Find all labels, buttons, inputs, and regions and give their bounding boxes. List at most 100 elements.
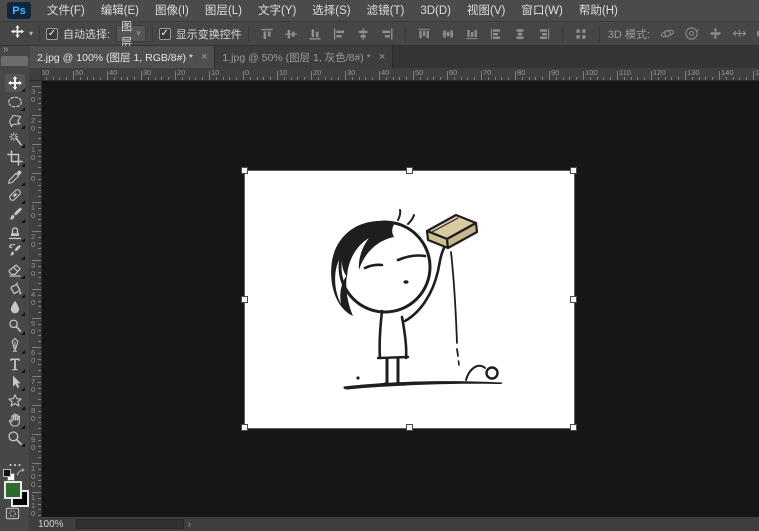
slide-3d-camera-icon[interactable] [730,25,750,43]
document-info-field[interactable] [76,519,184,529]
transform-handle[interactable] [241,167,248,174]
tab-close-icon[interactable]: × [201,52,207,62]
custom-shape-tool[interactable] [5,392,25,410]
brush-tool[interactable] [5,205,25,223]
lasso-tool[interactable] [5,111,25,129]
toolbar-grip[interactable] [1,56,28,66]
distribute-left-edges-icon[interactable] [487,25,505,43]
menu-item-7[interactable]: 3D(D) [412,0,459,22]
zoom-level[interactable]: 100% [38,519,64,530]
magic-wand-tool[interactable] [5,130,25,148]
menu-item-6[interactable]: 滤镜(T) [359,0,413,22]
orbit-3d-camera-icon[interactable] [658,25,678,43]
path-selection-tool[interactable] [5,373,25,391]
distribute-right-edges-icon[interactable] [535,25,553,43]
separator [405,26,406,42]
vertical-ruler[interactable]: 3 02 01 001 02 03 04 05 06 07 08 09 01 0… [29,81,42,517]
ruler-label: 50 [75,69,83,77]
elliptical-marquee-tool[interactable] [5,93,25,111]
zoom-3d-camera-icon[interactable] [754,25,759,43]
default-swatches-icon[interactable] [3,468,15,480]
history-brush-tool[interactable] [5,242,25,260]
paint-bucket-tool[interactable] [5,280,25,298]
eyedropper-tool[interactable] [5,168,25,186]
cartoon-drawing [245,171,574,428]
canvas-pasteboard[interactable] [42,81,759,517]
align-bottom-edges-icon[interactable] [306,25,324,43]
auto-select-target-dropdown[interactable]: 图层 ˅ [116,25,146,42]
clone-stamp-tool[interactable] [5,224,25,242]
blur-tool[interactable] [5,298,25,316]
separator [248,26,249,42]
auto-select-checkbox[interactable]: ✓ [46,28,58,40]
eraser-tool[interactable] [5,261,25,279]
align-left-edges-icon[interactable] [330,25,348,43]
zoom-tool[interactable] [5,429,25,447]
type-tool[interactable] [5,355,25,373]
ruler-label: 70 [483,69,491,77]
auto-align-layers-icon[interactable] [572,25,590,43]
roll-3d-camera-icon[interactable] [682,25,702,43]
separator [39,26,40,42]
ruler-label: 6 0 [31,349,35,365]
distribute-top-edges-icon[interactable] [415,25,433,43]
document-tab-0[interactable]: 2.jpg @ 100% (图层 1, RGB/8#) *× [30,46,215,68]
menu-item-1[interactable]: 编辑(E) [93,0,147,22]
align-horizontal-centers-icon[interactable] [354,25,372,43]
quick-mask-icon[interactable] [4,506,24,522]
swap-swatches-icon[interactable] [16,466,27,477]
tool-flyout-indicator [21,425,25,429]
document-image[interactable] [245,171,574,428]
menu-item-0[interactable]: 文件(F) [39,0,93,22]
ruler-label: 2 0 [31,233,35,249]
show-transform-checkbox[interactable]: ✓ [159,28,171,40]
align-right-edges-icon[interactable] [378,25,396,43]
transform-handle[interactable] [570,424,577,431]
transform-handle[interactable] [241,424,248,431]
tool-flyout-indicator [21,238,25,242]
align-top-edges-icon[interactable] [258,25,276,43]
menu-item-10[interactable]: 帮助(H) [571,0,626,22]
pen-tool[interactable] [5,336,25,354]
tab-close-icon[interactable]: × [379,52,385,62]
tool-flyout-indicator [21,350,25,354]
photoshop-logo: Ps [7,2,31,19]
hand-tool[interactable] [5,411,25,429]
distribute-vertical-centers-icon[interactable] [439,25,457,43]
ruler-label: 7 0 [31,378,35,394]
transform-handle[interactable] [241,296,248,303]
tool-flyout-indicator [21,275,25,279]
transform-handle[interactable] [406,167,413,174]
menu-item-8[interactable]: 视图(V) [459,0,513,22]
menu-item-2[interactable]: 图像(I) [147,0,197,22]
menu-item-3[interactable]: 图层(L) [197,0,250,22]
dodge-tool[interactable] [5,317,25,335]
ruler-label: 30 [143,69,151,77]
distribute-bottom-edges-icon[interactable] [463,25,481,43]
ruler-label: 3 0 [31,88,35,104]
menu-item-5[interactable]: 选择(S) [304,0,358,22]
toolbar-header: » [0,46,30,68]
align-vertical-centers-icon[interactable] [282,25,300,43]
ruler-label: 60 [42,69,49,77]
pan-3d-camera-icon[interactable] [706,25,726,43]
spot-healing-brush-tool[interactable] [5,186,25,204]
distribute-horizontal-centers-icon[interactable] [511,25,529,43]
transform-handle[interactable] [406,424,413,431]
collapse-toolbar-icon[interactable]: » [3,44,9,55]
transform-handle[interactable] [570,296,577,303]
crop-tool[interactable] [5,149,25,167]
tool-preset-picker[interactable]: ▾ [10,24,33,44]
horizontal-ruler[interactable]: 6050403020100102030405060708090100110120… [42,68,759,81]
transform-handle[interactable] [570,167,577,174]
photoshop-window: Ps 文件(F)编辑(E)图像(I)图层(L)文字(Y)选择(S)滤镜(T)3D… [0,0,759,531]
menu-item-9[interactable]: 窗口(W) [513,0,571,22]
document-tab-1[interactable]: 1.jpg @ 50% (图层 1, 灰色/8#) * × [215,46,393,68]
status-chevron-icon[interactable]: › [188,519,191,530]
ruler-label: 2 0 [31,117,35,133]
move-tool[interactable] [5,74,25,92]
foreground-color-swatch[interactable] [4,481,22,499]
ruler-origin-corner[interactable] [29,68,42,81]
tab-title: 1.jpg @ 50% (图层 1, 灰色/8#) * [222,50,370,65]
menu-item-4[interactable]: 文字(Y) [250,0,304,22]
